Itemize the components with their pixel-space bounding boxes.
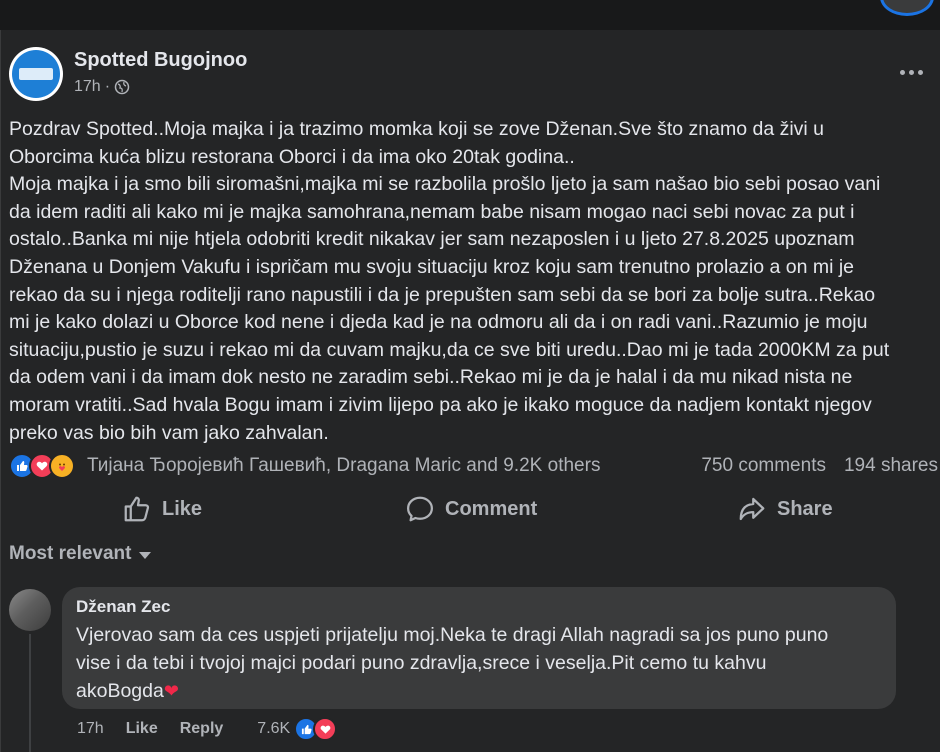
commenter-avatar[interactable] <box>9 589 51 631</box>
meta-separator: · <box>104 78 111 95</box>
caret-down-icon <box>139 552 152 559</box>
card-border <box>0 30 1 752</box>
heart-emoji-icon: ❤ <box>163 681 179 701</box>
comment-icon <box>407 496 433 522</box>
comment-bubble: Dženan Zec Vjerovao sam da ces uspjeti p… <box>62 587 896 709</box>
page-logo <box>12 50 60 98</box>
comment-author[interactable]: Dženan Zec <box>76 597 882 617</box>
top-bar <box>0 0 940 30</box>
engagement-counts: 750 comments 194 shares <box>701 455 938 477</box>
more-options-icon[interactable] <box>900 62 926 82</box>
profile-avatar[interactable] <box>880 0 934 16</box>
comment-sort-dropdown[interactable]: Most relevant <box>9 543 152 565</box>
share-button[interactable]: Share <box>737 490 833 528</box>
page-name[interactable]: Spotted Bugojnoo <box>74 49 247 72</box>
share-button-label: Share <box>777 497 833 520</box>
reactions-summary[interactable]: Тијана Ђоројевић Гашевић, Dragana Maric … <box>9 453 600 479</box>
post-meta: 17h · <box>74 78 130 96</box>
care-reaction-icon <box>49 453 75 479</box>
comment-text-wrap: Vjerovao sam da ces uspjeti prijatelju m… <box>76 621 882 705</box>
sort-label: Most relevant <box>9 543 132 564</box>
shares-count[interactable]: 194 shares <box>844 455 938 477</box>
comments-count[interactable]: 750 comments <box>701 455 826 477</box>
post-text: Pozdrav Spotted..Moja majka i ja trazimo… <box>9 118 890 444</box>
comment-like-button[interactable]: Like <box>126 720 158 738</box>
comment-meta: 17h Like Reply 7.6K <box>77 717 338 741</box>
thread-line <box>29 634 31 752</box>
page-avatar[interactable] <box>9 47 63 101</box>
page-logo-mark <box>19 68 53 80</box>
post-actions: Like Comment Share <box>0 490 940 528</box>
comment-reaction-count[interactable]: 7.6K <box>257 720 290 738</box>
like-button[interactable]: Like <box>122 490 202 528</box>
comment-time[interactable]: 17h <box>77 720 104 738</box>
comment-text: Vjerovao sam da ces uspjeti prijatelju m… <box>76 624 829 702</box>
comment-button-label: Comment <box>445 497 538 520</box>
post-time[interactable]: 17h <box>74 78 101 96</box>
comment-reply-button[interactable]: Reply <box>180 720 224 738</box>
thumbs-up-icon <box>124 496 150 522</box>
reactions-text[interactable]: Тијана Ђоројевић Гашевић, Dragana Maric … <box>87 455 600 477</box>
share-icon <box>739 497 765 521</box>
globe-icon <box>114 79 130 95</box>
like-button-label: Like <box>162 497 203 520</box>
comment-button[interactable]: Comment <box>405 490 537 528</box>
